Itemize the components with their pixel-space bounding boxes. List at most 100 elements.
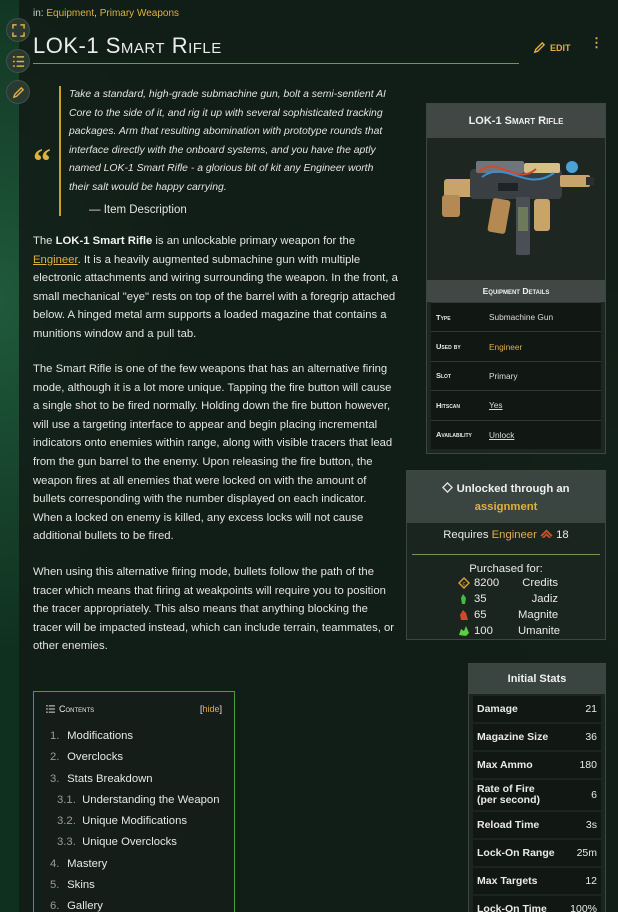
stat-key: Lock-On Time (477, 903, 547, 912)
cost-row-credits: c 8200 Credits (407, 575, 605, 591)
stat-row-lock-on-range: Lock-On Range 25m (473, 840, 601, 866)
infobox-row-used-by: Used by Engineer (431, 331, 601, 361)
paragraph-intro: The LOK-1 Smart Rifle is an unlockable p… (33, 232, 399, 344)
cost-amount: 65 (474, 609, 487, 621)
toc-item-understanding-weapon[interactable]: 3.1. Understanding the Weapon (34, 794, 234, 815)
toc-label: Gallery (67, 900, 103, 912)
title-divider (33, 63, 519, 64)
edit-label: EDIT (550, 42, 571, 53)
infobox-row-availability: Availability Unlock (431, 419, 601, 449)
edit-tool-button[interactable] (6, 80, 30, 104)
jadiz-icon (461, 594, 466, 604)
toc-number: 6. (50, 900, 60, 912)
toc-item-stats-breakdown[interactable]: 3. Stats Breakdown (34, 773, 234, 794)
toc-hide-label: hide (202, 704, 220, 714)
stat-key: Rate of Fire (per second) (477, 783, 541, 806)
toc-item-modifications[interactable]: 1. Modifications (34, 730, 234, 751)
assignment-link[interactable]: assignment (407, 498, 605, 516)
infobox-value: Primary (489, 370, 518, 381)
umanite-icon (459, 626, 469, 636)
stat-value: 36 (585, 731, 597, 743)
toc-title: Contents (46, 704, 94, 714)
infobox-key: Availability (436, 430, 472, 440)
page-title: LOK-1 Smart Rifle (33, 33, 222, 58)
stat-value: 180 (579, 759, 597, 771)
stats-title: Initial Stats (469, 664, 605, 694)
stat-row-max-targets: Max Targets 12 (473, 868, 601, 894)
credits-icon: c (458, 577, 470, 589)
unlock-requirement: Requires Engineer 18 (407, 529, 605, 549)
cost-row-jadiz: 35 Jadiz (407, 591, 605, 607)
breadcrumb-link-primary-weapons[interactable]: Primary Weapons (100, 8, 179, 19)
stat-value: 12 (585, 875, 597, 887)
toc-hide-toggle[interactable]: [hide] (200, 704, 222, 714)
equipment-infobox: LOK-1 Smart Rifle Equipment Details Type… (426, 103, 606, 454)
toc-number: 3.2. (57, 815, 76, 828)
unlock-divider (412, 554, 600, 555)
para-text: The (33, 235, 56, 247)
breadcrumb-sep: , (94, 8, 97, 19)
infobox-value: Submachine Gun (489, 312, 554, 323)
toc-list: 1. Modifications 2. Overclocks 3. Stats … (34, 730, 234, 912)
req-class-link[interactable]: Engineer (492, 529, 537, 541)
breadcrumb-link-equipment[interactable]: Equipment (46, 8, 94, 19)
toc-item-overclocks[interactable]: 2. Overclocks (34, 751, 234, 772)
stat-row-reload: Reload Time 3s (473, 812, 601, 838)
req-prefix: Requires (443, 529, 489, 541)
fullscreen-button[interactable] (6, 18, 30, 42)
toc-item-unique-overclocks[interactable]: 3.3. Unique Overclocks (34, 836, 234, 857)
toc-label: Mastery (67, 857, 108, 870)
stat-value: 6 (591, 788, 597, 801)
infobox-title: LOK-1 Smart Rifle (427, 104, 605, 138)
unlock-info-box: Unlocked through an assignment Requires … (406, 470, 606, 640)
toc-label: Stats Breakdown (67, 772, 153, 785)
breadcrumb: in: Equipment, Primary Weapons (33, 8, 179, 19)
toc-number: 3.1. (57, 793, 76, 806)
infobox-value-tooltip[interactable]: Yes (489, 400, 503, 410)
smart-rifle-illustration (442, 161, 594, 255)
infobox-row-type: Type Submachine Gun (431, 302, 601, 332)
cost-name: Umanite (518, 625, 561, 637)
toc-list-icon (12, 55, 24, 67)
toc-item-unique-modifications[interactable]: 3.2. Unique Modifications (34, 815, 234, 836)
toc-item-mastery[interactable]: 4. Mastery (34, 858, 234, 879)
toc-number: 3.3. (57, 836, 76, 849)
cost-name: Magnite (518, 609, 559, 621)
toc-number: 3. (50, 772, 60, 785)
toc-label: Skins (67, 879, 95, 892)
infobox-key: Used by (436, 342, 461, 352)
stat-value: 100% (570, 903, 597, 912)
infobox-key: Hitscan (436, 400, 461, 410)
para-text: . It is a heavily augmented submachine g… (33, 253, 398, 340)
toc-number: 5. (50, 879, 60, 892)
infobox-value-tooltip[interactable]: Unlock (489, 430, 514, 440)
toc-hide-bracket: ] (219, 704, 222, 714)
engineer-link[interactable]: Engineer (33, 254, 78, 266)
infobox-key: Type (436, 312, 451, 322)
pencil-icon (12, 86, 24, 98)
stat-key: Reload Time (477, 819, 540, 831)
toc-item-skins[interactable]: 5. Skins (34, 879, 234, 900)
infobox-engineer-link[interactable]: Engineer (489, 342, 522, 352)
toc-label: Unique Modifications (82, 815, 188, 828)
edit-button[interactable]: EDIT (533, 41, 571, 54)
more-options-button[interactable]: ⋮ (590, 36, 603, 49)
toc-list-icon (46, 705, 55, 713)
stat-value: 21 (585, 703, 597, 715)
fullscreen-icon (11, 23, 25, 37)
infobox-row-slot: Slot Primary (431, 360, 601, 391)
stat-row-max-ammo: Max Ammo 180 (473, 752, 601, 778)
req-level: 18 (556, 529, 569, 541)
toc-label: Modifications (67, 730, 134, 742)
purchase-label: Purchased for: (469, 563, 543, 575)
unlock-header: Unlocked through an assignment (407, 471, 605, 523)
stat-key: Lock-On Range (477, 847, 555, 859)
toc-button[interactable] (6, 49, 30, 73)
weapon-name-bold: LOK-1 Smart Rifle (55, 235, 153, 247)
item-description-quote: Take a standard, high-grade submachine g… (59, 86, 395, 216)
toc-item-gallery[interactable]: 6. Gallery (34, 900, 234, 912)
stat-value: 3s (585, 819, 597, 831)
stat-key: Damage (477, 703, 518, 715)
paragraph-tracer: When using this alternative firing mode,… (33, 566, 395, 653)
stat-row-lock-on-time: Lock-On Time 100% (473, 896, 601, 912)
